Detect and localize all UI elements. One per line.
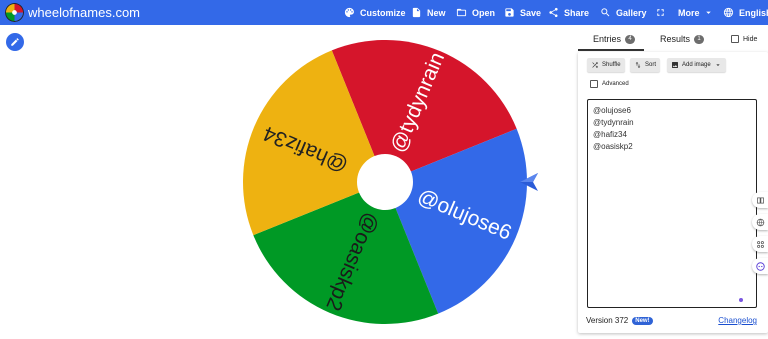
entries-count-badge: 4 [625, 34, 636, 44]
wheel-center[interactable] [357, 154, 413, 210]
customize-label: Customize [360, 7, 406, 18]
version-label: Version 372 [586, 316, 629, 325]
add-image-button[interactable]: Add image [667, 58, 726, 72]
entries-panel: Entries 4 Results 1 Hide Shuffle Sort Ad… [578, 30, 768, 339]
new-button[interactable]: New [410, 0, 446, 25]
globe-icon [722, 7, 734, 19]
site-name[interactable]: wheelofnames.com [28, 5, 140, 20]
book-icon [756, 196, 765, 205]
share-icon [547, 7, 559, 19]
advanced-label: Advanced [602, 81, 629, 87]
entry-line: @tydynrain [593, 118, 634, 127]
active-tab-indicator [578, 49, 644, 51]
new-label: New [427, 7, 446, 18]
share-button[interactable]: Share [547, 0, 589, 25]
fullscreen-icon [654, 7, 666, 19]
face-icon [755, 261, 765, 271]
shuffle-label: Shuffle [602, 62, 621, 68]
add-image-label: Add image [682, 62, 711, 68]
chevron-down-icon [703, 7, 715, 19]
advanced-toggle[interactable]: Advanced [590, 80, 629, 88]
hide-checkbox[interactable] [731, 35, 739, 43]
grammarly-dot-icon[interactable] [739, 298, 743, 302]
entries-card: Shuffle Sort Add image Advanced @olujose… [578, 52, 768, 333]
save-icon [503, 7, 515, 19]
tab-entries-label: Entries [593, 34, 622, 44]
save-label: Save [520, 7, 542, 18]
new-badge: New! [632, 316, 653, 325]
tab-entries[interactable]: Entries 4 [593, 34, 636, 44]
panel-tabs: Entries 4 Results 1 Hide [578, 30, 768, 51]
name-wheel[interactable]: @tydynrain@olujose6@oasiskp2@hafiz34 [243, 40, 527, 324]
language-button[interactable]: English [722, 0, 768, 25]
share-label: Share [564, 7, 590, 18]
more-label: More [678, 7, 700, 18]
folder-open-icon [455, 7, 467, 19]
entry-line: @hafiz34 [593, 130, 627, 139]
changelog-link[interactable]: Changelog [718, 316, 757, 325]
gallery-label: Gallery [616, 7, 647, 18]
web-icon [756, 218, 765, 227]
open-label: Open [472, 7, 496, 18]
sort-label: Sort [645, 62, 657, 68]
sort-icon [634, 61, 642, 69]
language-label: English [739, 7, 768, 18]
logo-icon[interactable] [5, 3, 24, 22]
grid-button[interactable] [752, 236, 768, 252]
sort-button[interactable]: Sort [630, 58, 661, 72]
gallery-button[interactable]: Gallery [599, 0, 647, 25]
wheel-pointer-icon [520, 173, 538, 191]
chevron-down-icon [714, 61, 722, 69]
search-icon [599, 7, 611, 19]
image-icon [671, 61, 679, 69]
grid-icon [756, 240, 765, 249]
save-button[interactable]: Save [503, 0, 541, 25]
hide-label: Hide [743, 35, 758, 43]
fullscreen-button[interactable] [654, 0, 671, 25]
entry-line: @olujose6 [593, 106, 631, 115]
entries-textarea[interactable]: @olujose6 @tydynrain @hafiz34 @oasiskp2 [587, 99, 757, 308]
palette-icon [343, 7, 355, 19]
tab-results[interactable]: Results 1 [660, 34, 705, 44]
results-count-badge: 1 [694, 34, 705, 44]
hide-toggle[interactable]: Hide [731, 35, 757, 43]
top-app-bar: wheelofnames.com Customize New Open Save… [0, 0, 768, 25]
book-button[interactable] [752, 192, 768, 208]
open-button[interactable]: Open [455, 0, 495, 25]
more-menu[interactable]: More [678, 0, 715, 25]
web-button[interactable] [752, 214, 768, 230]
assistant-button[interactable] [752, 258, 768, 274]
version-info: Version 372 New! [586, 316, 653, 325]
advanced-checkbox[interactable] [590, 80, 598, 88]
new-file-icon [410, 7, 422, 19]
pencil-icon [10, 37, 20, 47]
edit-wheel-button[interactable] [6, 33, 24, 51]
shuffle-icon [591, 61, 599, 69]
shuffle-button[interactable]: Shuffle [587, 58, 625, 72]
customize-button[interactable]: Customize [343, 0, 406, 25]
entry-line: @oasiskp2 [593, 142, 633, 151]
tab-results-label: Results [660, 34, 691, 44]
